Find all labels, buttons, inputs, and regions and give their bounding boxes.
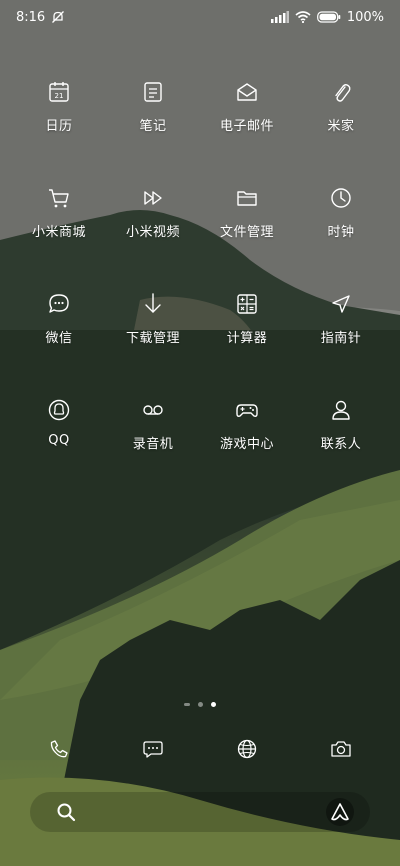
app-label: 笔记 [139,119,167,134]
app-label: 录音机 [132,437,174,452]
assistant-icon [331,803,349,821]
globe-icon[interactable] [236,738,258,760]
app-calculator[interactable]: 计算器 [202,291,292,346]
app-calendar[interactable]: 21 日历 [14,79,104,134]
phone-icon[interactable] [48,738,70,760]
app-label: 电子邮件 [219,119,274,134]
signal-icon [270,11,289,23]
message-icon[interactable] [142,738,164,760]
app-file-manager[interactable]: 文件管理 [202,185,292,240]
assistant-button[interactable] [326,798,354,826]
app-label: 小米商城 [31,225,86,240]
app-label: 时钟 [327,225,355,240]
camera-icon[interactable] [330,738,352,760]
page-dot[interactable] [198,702,203,707]
app-label: 下载管理 [125,331,180,346]
clock-icon [331,188,351,208]
folder-icon [237,191,257,206]
page-dot-search[interactable] [184,703,190,706]
search-icon[interactable] [56,802,76,822]
app-clock[interactable]: 时钟 [296,185,386,240]
app-qq[interactable]: QQ [14,397,104,448]
app-label: 日历 [45,119,73,134]
app-email[interactable]: 电子邮件 [202,79,292,134]
gamepad-icon [236,404,258,417]
search-bar[interactable] [30,792,370,832]
app-recorder[interactable]: 录音机 [108,397,198,452]
status-bar: 8:16 100% [0,0,400,34]
compass-icon [332,295,350,313]
status-time: 8:16 [16,9,46,25]
app-downloads[interactable]: 下载管理 [108,291,198,346]
app-label: 计算器 [226,331,268,346]
voicemail-icon [143,405,163,415]
email-icon [237,83,257,101]
app-mi-home[interactable]: 米家 [296,79,386,134]
app-label: 文件管理 [219,225,274,240]
qq-icon [48,399,70,421]
app-wechat[interactable]: 微信 [14,291,104,346]
calculator-icon [237,294,257,314]
video-fast-forward-icon [144,191,162,205]
app-label: 游戏中心 [219,437,274,452]
page-dot-active[interactable] [211,702,216,707]
paperclip-icon [335,84,351,102]
app-compass[interactable]: 指南针 [296,291,386,346]
download-arrow-icon [145,293,161,313]
battery-icon [316,11,341,23]
chat-bubble-icon [49,294,69,313]
calendar-icon: 21 [49,82,69,102]
shopping-cart-icon [49,189,69,208]
app-label: 米家 [327,119,355,134]
notes-icon [144,82,162,102]
app-label: QQ [48,433,70,448]
page-indicator [0,702,400,707]
person-icon [332,400,350,420]
wifi-icon [295,11,311,23]
notifications-muted-icon [52,11,65,23]
app-mi-video[interactable]: 小米视频 [108,185,198,240]
app-contacts[interactable]: 联系人 [296,397,386,452]
app-notes[interactable]: 笔记 [108,79,198,134]
app-label: 指南针 [320,331,362,346]
battery-percent: 100% [346,9,384,25]
app-game-center[interactable]: 游戏中心 [202,397,292,452]
app-mi-store[interactable]: 小米商城 [14,185,104,240]
app-label: 小米视频 [125,225,180,240]
calendar-day: 21 [55,92,64,100]
app-label: 联系人 [320,437,362,452]
app-label: 微信 [45,331,73,346]
